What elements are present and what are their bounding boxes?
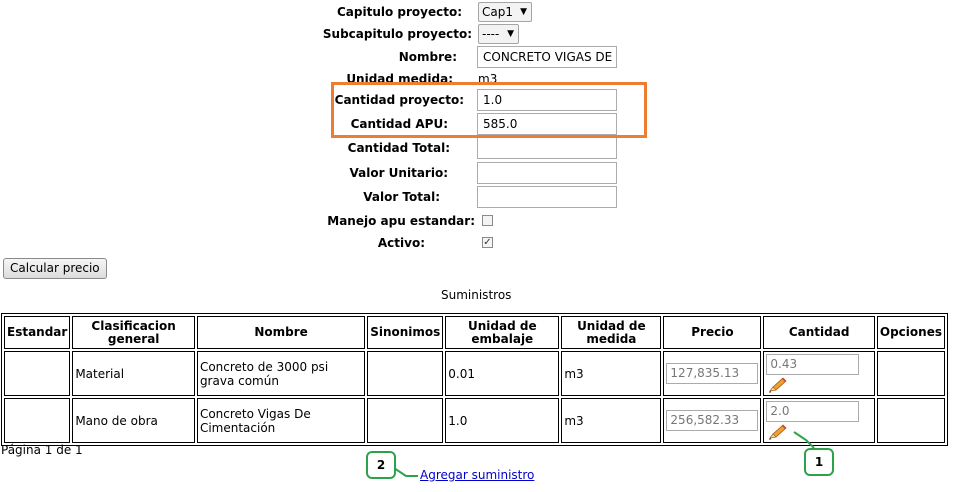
callout-2: 2 — [366, 451, 396, 479]
agregar-suministro-link[interactable]: Agregar suministro — [420, 468, 534, 482]
callout-connectors — [393, 431, 815, 477]
callout-1: 1 — [804, 448, 834, 476]
